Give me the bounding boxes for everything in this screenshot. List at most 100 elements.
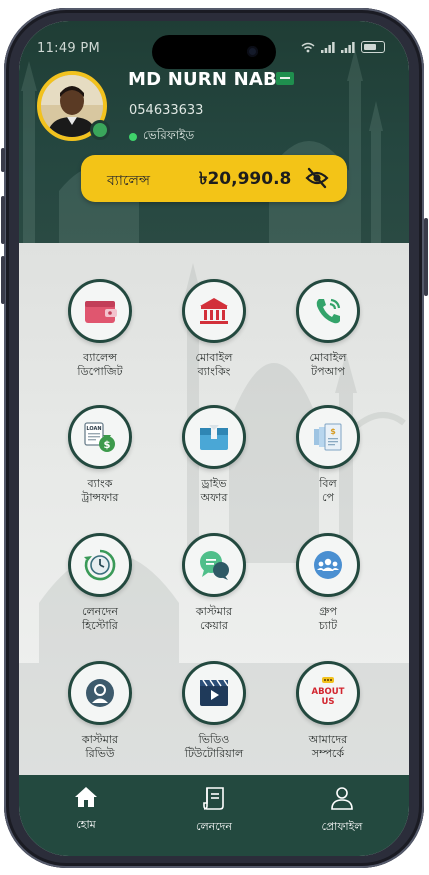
- tile-label-line1: ব্যালেন্স: [83, 351, 117, 364]
- tile-label-line2: রিভিউ: [85, 747, 115, 760]
- tile-bill-pay[interactable]: $ বিল পে: [273, 405, 383, 505]
- front-camera-icon: [247, 46, 258, 57]
- bill-receipt-icon: $: [314, 423, 342, 451]
- signal-icon: [321, 41, 335, 53]
- tile-label-line1: কাস্টমার: [195, 605, 233, 618]
- video-play-icon: [200, 679, 229, 706]
- tab-home-label: হোম: [76, 818, 96, 831]
- bank-icon: [200, 298, 228, 324]
- services-grid: ব্যালেন্স ডিপোজিট মোবাইল ব্যাংকিং মোবাইল টপ…: [19, 243, 409, 775]
- balance-amount: ৳20,990.8: [199, 169, 292, 189]
- bottom-tab-bar: হোম লেনদেন প্রোফাইল: [19, 775, 409, 856]
- tile-label-line1: মোবাইল: [309, 351, 347, 364]
- status-bar: 11:49 PM: [19, 21, 409, 71]
- tile-label-line2: টিউটোরিয়াল: [184, 747, 244, 760]
- tile-icon-circle: [68, 279, 132, 343]
- app-screen: 11:49 PM MD NURN NABI 054633633 ভেরিফাইড…: [19, 21, 409, 856]
- person-icon: [331, 787, 353, 810]
- tile-customer-review[interactable]: কাস্টমার রিভিউ: [45, 661, 155, 761]
- eye-off-icon[interactable]: [305, 167, 329, 193]
- silent-switch: [1, 148, 5, 172]
- about-us-badge-line1: ABOUT: [312, 687, 345, 697]
- tile-label-line1: কাস্টমার: [81, 733, 119, 746]
- tile-label-line2: পে: [322, 491, 334, 504]
- balance-label: ব্যালেন্স: [107, 173, 150, 189]
- status-icons: [301, 41, 385, 53]
- tile-mobile-topup[interactable]: মোবাইল টপআপ: [273, 279, 383, 379]
- tile-about-us[interactable]: ABOUT US আমাদের সম্পর্কে: [273, 661, 383, 761]
- user-phone-number: 054633633: [129, 103, 204, 118]
- tile-label-line1: মোবাইল: [195, 351, 233, 364]
- svg-text:$: $: [330, 427, 336, 436]
- tile-label-line2: ব্যাংকিং: [197, 365, 231, 378]
- volume-up-button: [1, 196, 5, 244]
- saudi-flag-icon: [276, 72, 294, 85]
- tile-label-line1: ভিডিও: [198, 733, 230, 746]
- home-icon: [75, 787, 97, 807]
- tile-video-tutorial[interactable]: ভিডিও টিউটোরিয়াল: [159, 661, 269, 761]
- tile-icon-circle: $: [296, 405, 360, 469]
- tile-label-line2: অফার: [200, 491, 228, 504]
- tab-profile-label: প্রোফাইল: [321, 820, 363, 833]
- tile-customer-care[interactable]: কাস্টমার কেয়ার: [159, 533, 269, 633]
- about-us-badge-line2: US: [321, 697, 334, 707]
- dynamic-island: [152, 35, 276, 69]
- history-clock-icon: [84, 549, 116, 581]
- phone-call-icon: [316, 298, 341, 324]
- tile-mobile-banking[interactable]: মোবাইল ব্যাংকিং: [159, 279, 269, 379]
- tile-icon-circle: [182, 279, 246, 343]
- tile-label-line1: লেনদেন: [82, 605, 118, 618]
- balance-card[interactable]: ব্যালেন্স ৳20,990.8: [81, 155, 347, 202]
- user-profile-icon: [86, 679, 114, 707]
- tab-home[interactable]: হোম: [41, 785, 131, 835]
- wallet-icon: [85, 301, 117, 323]
- tile-icon-circle: ABOUT US: [296, 661, 360, 725]
- tile-icon-circle: [68, 661, 132, 725]
- tile-label-line2: কেয়ার: [200, 619, 228, 632]
- tile-label-line2: হিস্টোরি: [82, 619, 118, 632]
- receipt-icon: [203, 787, 224, 810]
- tile-transaction-history[interactable]: লেনদেন হিস্টোরি: [45, 533, 155, 633]
- tile-label-line1: আমাদের: [308, 733, 348, 746]
- tile-bank-transfer[interactable]: LOAN $ ব্যাংক ট্রান্সফার: [45, 405, 155, 505]
- status-time: 11:49 PM: [37, 41, 101, 56]
- signal-icon-2: [341, 41, 355, 53]
- tile-icon-circle: LOAN $: [68, 405, 132, 469]
- tile-label-line2: ট্রান্সফার: [81, 491, 119, 504]
- tab-transactions-label: লেনদেন: [196, 820, 232, 833]
- user-name: MD NURN NABI: [128, 69, 284, 90]
- tile-label-line2: চ্যাট: [318, 619, 338, 632]
- tile-icon-circle: [182, 661, 246, 725]
- tile-balance-deposit[interactable]: ব্যালেন্স ডিপোজিট: [45, 279, 155, 379]
- svg-text:LOAN: LOAN: [86, 426, 101, 432]
- tile-icon-circle: [296, 279, 360, 343]
- group-chat-icon: [314, 551, 342, 579]
- tile-icon-circle: [296, 533, 360, 597]
- tile-label-line1: গ্রুপ: [319, 605, 337, 618]
- about-us-icon: ABOUTUS: [309, 677, 347, 707]
- chat-bubbles-icon: [200, 551, 229, 580]
- tile-icon-circle: [182, 405, 246, 469]
- tile-label-line1: ড্রাইভ: [201, 477, 227, 490]
- verified-status: ভেরিফাইড: [129, 127, 194, 147]
- verified-label: ভেরিফাইড: [143, 128, 195, 142]
- tab-profile[interactable]: প্রোফাইল: [297, 785, 387, 837]
- tile-icon-circle: [182, 533, 246, 597]
- tile-label-line1: বিল: [319, 477, 337, 490]
- tile-label-line2: টপআপ: [311, 365, 345, 378]
- tile-label-line2: ডিপোজিট: [77, 365, 123, 378]
- loan-money-bag-icon: LOAN $: [84, 422, 115, 452]
- svg-text:$: $: [104, 440, 111, 451]
- tile-icon-circle: [68, 533, 132, 597]
- tab-transactions[interactable]: লেনদেন: [169, 785, 259, 837]
- verified-dot-icon: [129, 133, 137, 141]
- online-status-dot: [90, 120, 110, 140]
- volume-down-button: [1, 256, 5, 304]
- gift-box-icon: [200, 425, 228, 450]
- tile-group-chat[interactable]: গ্রুপ চ্যাট: [273, 533, 383, 633]
- profile-header: 11:49 PM MD NURN NABI 054633633 ভেরিফাইড…: [19, 21, 409, 243]
- tile-label-line2: সম্পর্কে: [311, 747, 345, 760]
- tile-label-line1: ব্যাংক: [87, 477, 113, 490]
- tile-drive-offer[interactable]: ড্রাইভ অফার: [159, 405, 269, 505]
- wifi-icon: [301, 42, 315, 52]
